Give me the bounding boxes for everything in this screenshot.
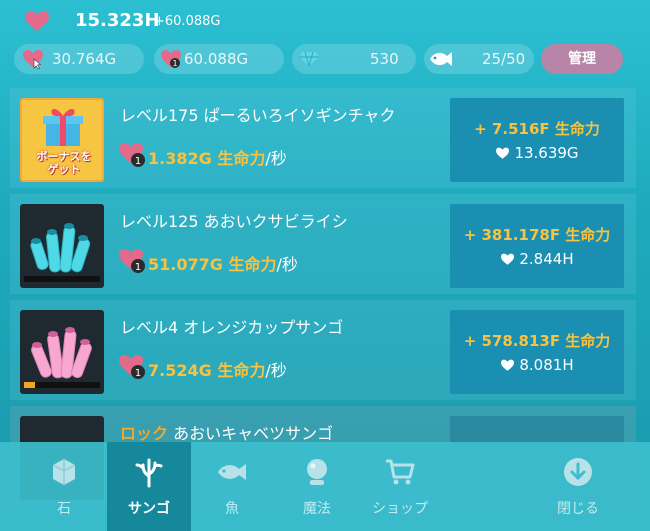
list-item-coral-2: レベル125 あおいクサビライシ 1 51.077G 生命力/秒 + 381.1…	[10, 194, 636, 294]
tap-value: 30.764G	[52, 50, 117, 68]
lock-label: ロック	[120, 424, 169, 443]
crystal-ball-icon	[307, 459, 327, 485]
svg-text:1: 1	[172, 59, 177, 68]
nav-stone[interactable]: 石	[22, 442, 106, 531]
nav-label: 石	[57, 501, 71, 517]
rate-value: 1.382G	[148, 149, 212, 168]
row-title: ロック あおいキャベツサンゴ	[120, 420, 333, 444]
list-item-coral-1: ボーナスを ゲット レベル175 ぱーるいろイソギンチャク 1 1.382G 生…	[10, 88, 636, 188]
manage-button[interactable]: 管理	[541, 44, 623, 74]
row-title: レベル175 ぱーるいろイソギンチャク	[120, 106, 396, 125]
row-rate: 51.077G 生命力/秒	[148, 251, 298, 275]
rate-value: 7.524G	[148, 361, 212, 380]
coral-icon	[135, 458, 163, 488]
list-item-coral-3: レベル4 オレンジカップサンゴ 1 7.524G 生命力/秒 + 578.813…	[10, 300, 636, 400]
upgrade-cost: + 578.813F 生命力	[463, 332, 611, 350]
level-progress-bar	[24, 276, 100, 282]
nav-shop[interactable]: ショップ	[358, 442, 442, 531]
stone-icon	[52, 459, 76, 485]
gain-value: 2.844H	[519, 250, 574, 268]
stats-bar: 30.764G 1 60.088G 530 25/50 管理	[14, 44, 634, 76]
level-progress-bar	[24, 382, 100, 388]
rate-heart-icon: 1	[119, 249, 145, 273]
upgrade-button[interactable]: + 7.516F 生命力 13.639G	[450, 98, 624, 182]
tap-value-pill: 30.764G	[14, 44, 144, 74]
nav-coral[interactable]: サンゴ	[107, 442, 191, 531]
nav-label: 魚	[225, 501, 239, 517]
bonus-gift-thumbnail[interactable]: ボーナスを ゲット	[20, 98, 104, 182]
life-total: 15.323H	[75, 10, 160, 31]
coral-list[interactable]: ボーナスを ゲット レベル175 ぱーるいろイソギンチャク 1 1.382G 生…	[0, 88, 650, 506]
nav-close[interactable]: 閉じる	[536, 442, 620, 531]
fish-counter-icon	[430, 52, 452, 66]
svg-text:1: 1	[135, 368, 141, 379]
coral-thumbnail[interactable]	[20, 204, 104, 288]
fish-pill: 25/50	[424, 44, 534, 74]
row-title: レベル125 あおいクサビライシ	[120, 212, 348, 231]
rate-suffix: /秒	[276, 255, 298, 274]
progress-fill	[24, 382, 36, 388]
rate-heart-icon: 1	[119, 143, 145, 167]
rate-word: 生命力	[217, 149, 266, 168]
upgrade-cost: + 7.516F 生命力	[474, 120, 600, 138]
life-rate: +60.088G	[154, 14, 221, 29]
fish-count: 25/50	[482, 50, 526, 68]
gain-heart-icon	[496, 147, 510, 159]
tap-heart-icon	[23, 50, 43, 69]
rate-suffix: /秒	[265, 149, 287, 168]
row-rate: 7.524G 生命力/秒	[148, 357, 287, 381]
bonus-label: ボーナスを ゲット	[36, 150, 92, 176]
heart-icon	[25, 11, 49, 31]
nav-label: 魔法	[303, 501, 331, 517]
rate-suffix: /秒	[265, 361, 287, 380]
upgrade-gain: 13.639G	[450, 144, 624, 162]
rate-word: 生命力	[228, 255, 277, 274]
per-second-pill: 1 60.088G	[154, 44, 284, 74]
nav-label: 閉じる	[557, 501, 599, 517]
bottom-nav: 石 サンゴ 魚 魔法 ショップ 閉じる	[0, 442, 650, 531]
upgrade-button[interactable]: + 578.813F 生命力 8.081H	[450, 310, 624, 394]
row-rate: 1.382G 生命力/秒	[148, 145, 287, 169]
nav-label: ショップ	[372, 501, 428, 517]
locked-coral-name: あおいキャベツサンゴ	[173, 424, 334, 443]
nav-label: サンゴ	[128, 501, 170, 517]
fish-icon	[218, 464, 246, 480]
rate-value: 51.077G	[148, 255, 223, 274]
game-screen: 15.323H +60.088G 30.764G 1 60.088G 530 2…	[0, 0, 650, 531]
nav-fish[interactable]: 魚	[190, 442, 274, 531]
gain-value: 13.639G	[514, 144, 579, 162]
rate-word: 生命力	[217, 361, 266, 380]
coral-thumbnail[interactable]	[20, 310, 104, 394]
upgrade-cost: + 381.178F 生命力	[463, 226, 611, 244]
close-arrow-icon	[564, 458, 592, 486]
upgrade-gain: 8.081H	[450, 356, 624, 374]
gain-heart-icon	[501, 253, 515, 265]
svg-text:1: 1	[135, 156, 141, 167]
per-second-value: 60.088G	[184, 50, 249, 68]
gift-icon	[43, 109, 83, 146]
diamond-icon	[299, 51, 319, 67]
row-title: レベル4 オレンジカップサンゴ	[120, 318, 344, 337]
rate-heart-icon: 1	[119, 355, 145, 379]
upgrade-button[interactable]: + 381.178F 生命力 2.844H	[450, 204, 624, 288]
svg-text:1: 1	[135, 262, 141, 273]
per-second-heart-icon: 1	[161, 50, 181, 68]
nav-magic[interactable]: 魔法	[275, 442, 359, 531]
gem-count: 530	[370, 50, 399, 68]
gain-value: 8.081H	[519, 356, 574, 374]
cart-icon	[386, 459, 415, 485]
upgrade-gain: 2.844H	[450, 250, 624, 268]
gem-pill: 530	[292, 44, 416, 74]
life-header: 15.323H +60.088G	[0, 0, 650, 40]
gain-heart-icon	[501, 359, 515, 371]
